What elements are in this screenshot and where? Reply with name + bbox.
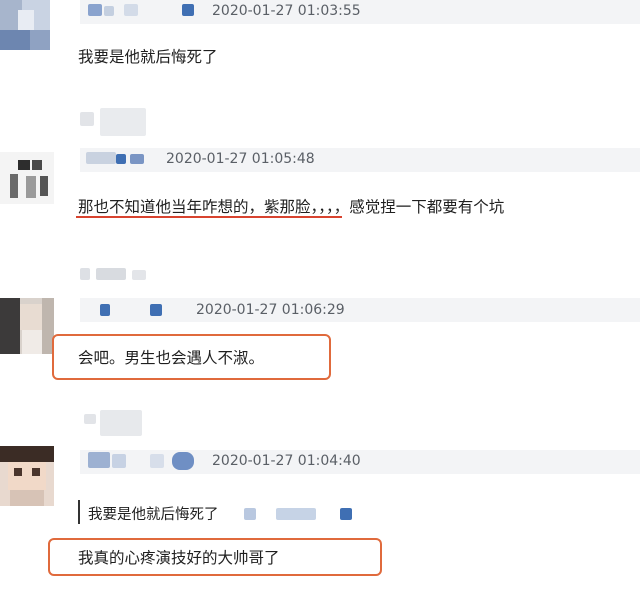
- comment-header: [80, 148, 640, 172]
- avatar[interactable]: [0, 298, 54, 354]
- quoted-text: 我要是他就后悔死了: [88, 507, 219, 523]
- user-badge: [172, 452, 194, 470]
- avatar[interactable]: [0, 0, 50, 50]
- username[interactable]: [150, 454, 164, 468]
- quote-bar: [78, 500, 80, 524]
- username[interactable]: [112, 454, 126, 468]
- username[interactable]: [88, 452, 110, 468]
- quoted-username: [276, 508, 316, 520]
- username[interactable]: [88, 4, 102, 16]
- username[interactable]: [150, 304, 162, 316]
- comment-text: 我要是他就后悔死了: [78, 48, 218, 66]
- username[interactable]: [116, 154, 126, 164]
- comment-header: [80, 298, 640, 322]
- username[interactable]: [86, 152, 116, 164]
- username[interactable]: [104, 6, 114, 16]
- username[interactable]: [100, 304, 110, 316]
- quoted-username: [244, 508, 256, 520]
- comment-timestamp: 2020-01-27 01:06:29: [196, 302, 345, 318]
- comment-text: 那也不知道他当年咋想的，紫那脸，，，，感觉捏一下都要有个坑: [78, 198, 505, 216]
- avatar[interactable]: [0, 446, 54, 506]
- comment-text: 会吧。男生也会遇人不淑。: [78, 349, 265, 367]
- highlight-underline: [76, 216, 342, 218]
- comment-text: 我真的心疼演技好的大帅哥了: [78, 549, 280, 567]
- comment-timestamp: 2020-01-27 01:05:48: [166, 151, 315, 167]
- comment-timestamp: 2020-01-27 01:03:55: [212, 3, 361, 19]
- quoted-username: [340, 508, 352, 520]
- username[interactable]: [130, 154, 144, 164]
- comment-timestamp: 2020-01-27 01:04:40: [212, 453, 361, 469]
- user-badge: [182, 4, 194, 16]
- avatar[interactable]: [0, 152, 54, 204]
- username[interactable]: [124, 4, 138, 16]
